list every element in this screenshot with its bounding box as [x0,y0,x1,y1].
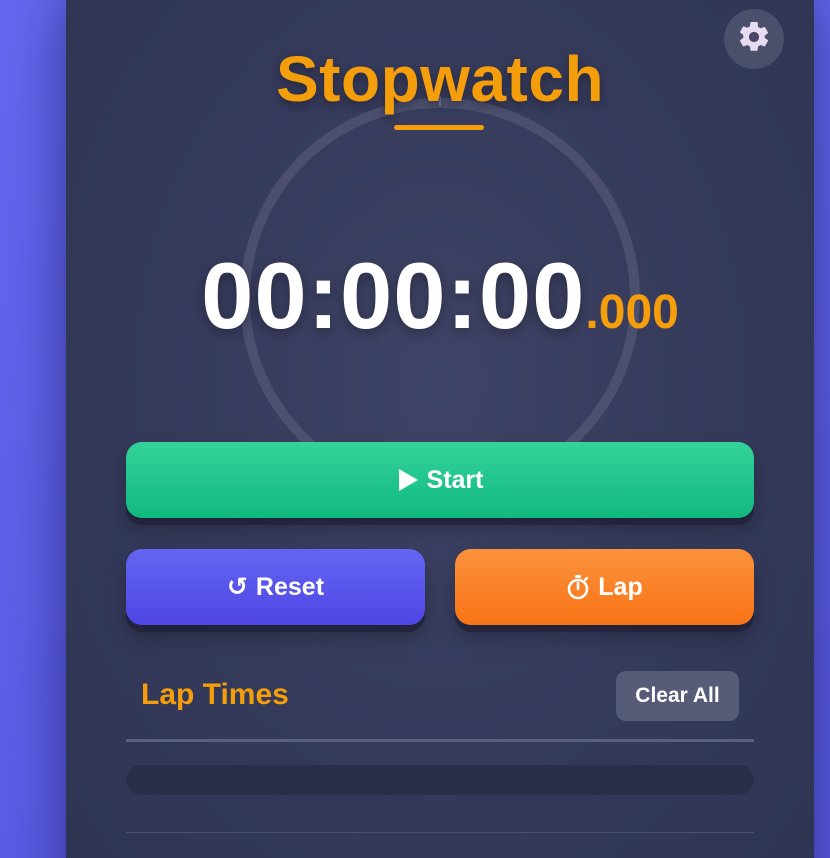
lap-list-divider [126,832,754,833]
clear-all-button[interactable]: Clear All [616,671,739,721]
lap-button[interactable]: Lap [455,549,754,625]
reset-button-label: Reset [255,572,325,601]
time-milliseconds: .000 [585,286,679,339]
play-icon [397,468,419,492]
lap-button-label: Lap [598,572,643,601]
time-main: 00:00:00 [201,243,586,348]
lap-times-heading: Lap Times [141,678,289,711]
reset-button[interactable]: ↺ Reset [126,549,425,625]
reset-icon: ↺ [226,573,248,601]
title-underline [394,125,484,130]
start-button-label: Start [426,465,484,494]
stopwatch-icon [566,574,590,600]
stopwatch-card: Stopwatch 00:00:00.000 Start ↺ Reset Lap… [66,0,814,858]
time-display: 00:00:00.000 [66,242,814,350]
page-title: Stopwatch [275,43,605,115]
lap-list [126,765,754,795]
lap-section-divider [126,739,754,742]
start-button[interactable]: Start [126,442,754,518]
